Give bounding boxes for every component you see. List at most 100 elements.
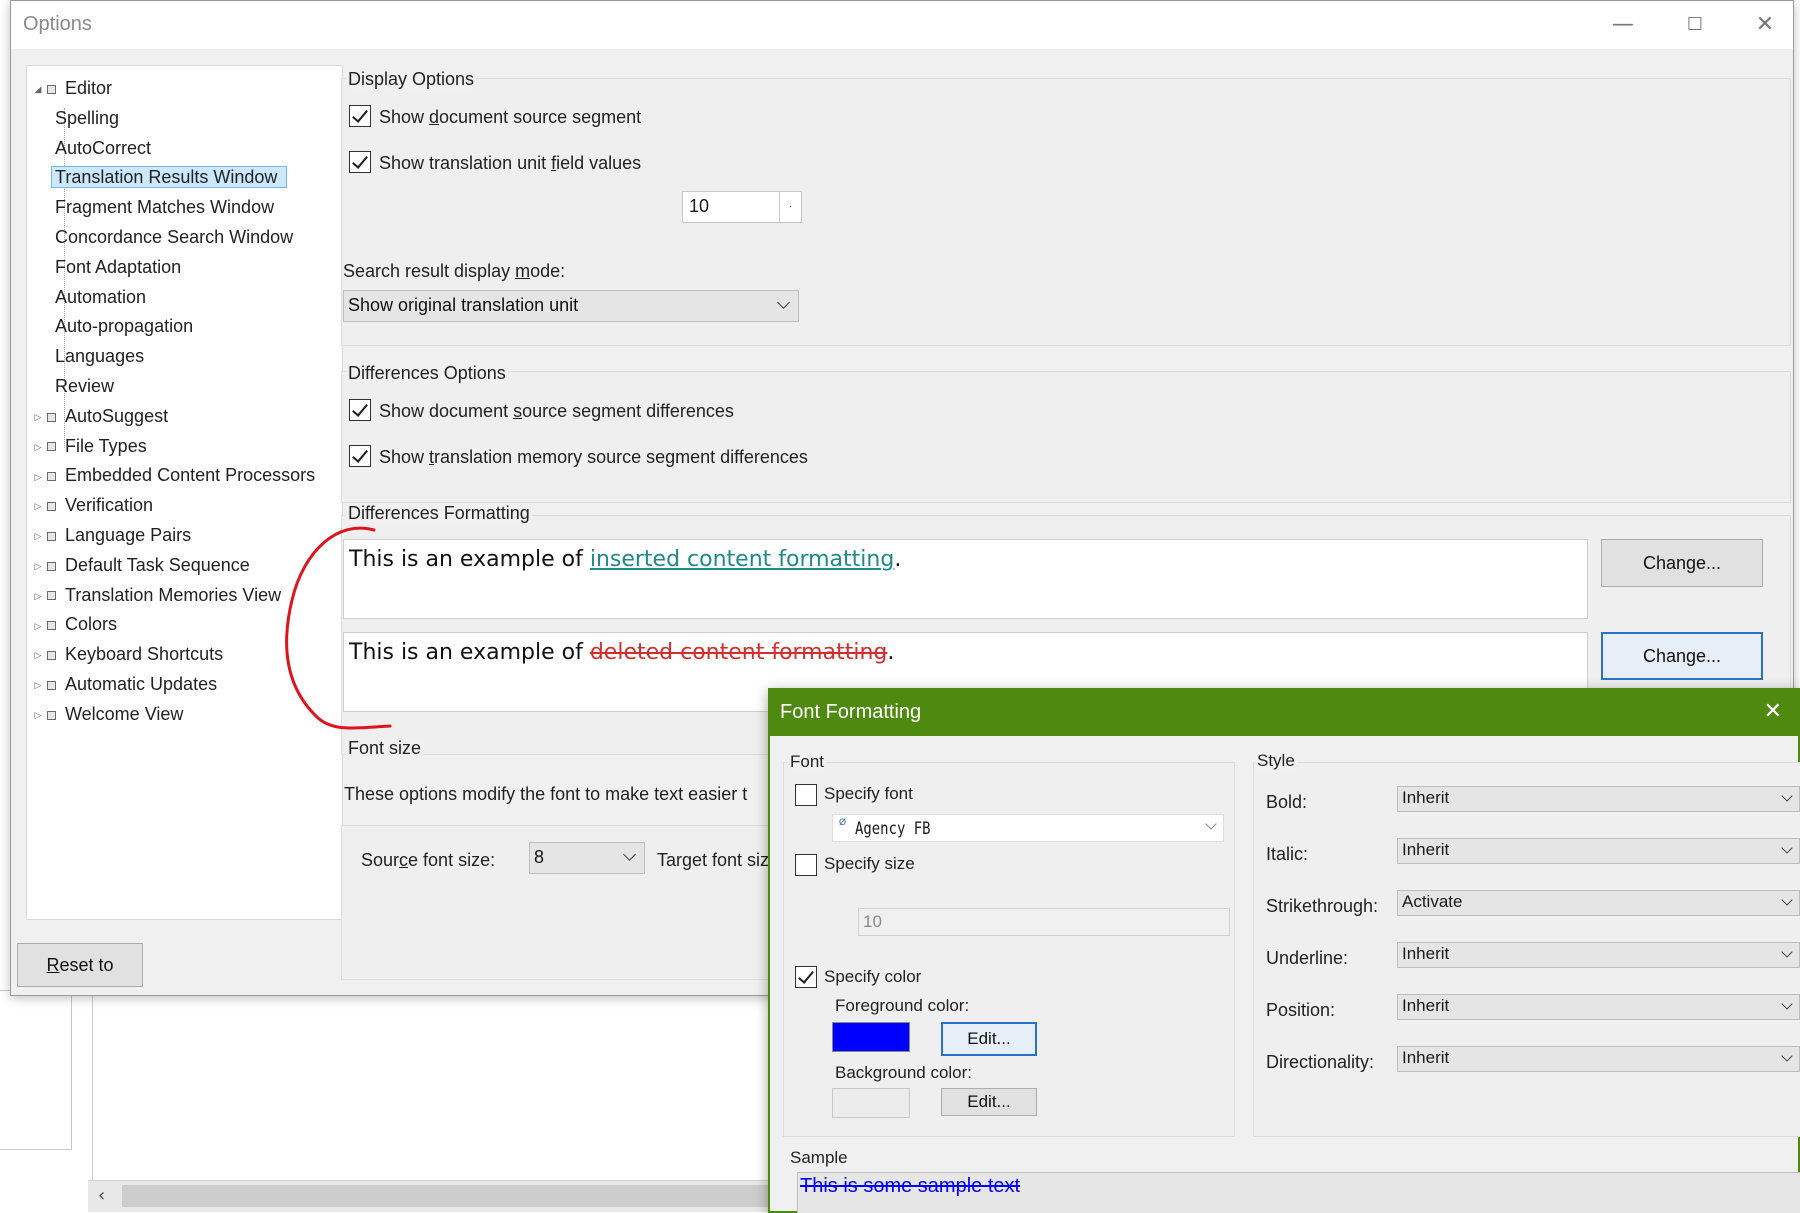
tree-item-label: File Types [65, 435, 147, 456]
tree-item-autosuggest[interactable]: ▷ AutoSuggest [29, 402, 172, 430]
show-tu-fields-label: Show translation unit field values [379, 153, 642, 173]
show-tu-fields-checkbox[interactable] [349, 151, 371, 173]
close-icon[interactable]: ✕ [1764, 699, 1782, 724]
font-size-value: 10 [863, 912, 882, 931]
search-mode-dropdown[interactable]: Show original translation unit [343, 290, 799, 322]
expand-arrow-icon[interactable]: ▷ [29, 612, 47, 640]
tree-item-label: Fragment Matches Window [55, 197, 275, 218]
tree-item-editor[interactable]: ◢ Editor [29, 74, 116, 102]
expand-arrow-icon[interactable]: ▷ [29, 463, 47, 491]
style-dropdown-strikethrough[interactable]: Activate [1397, 890, 1800, 916]
tree-item-label: Concordance Search Window [55, 227, 294, 247]
sample-preview-text: This is some sample text [800, 1175, 1021, 1197]
options-window-title: Options [23, 13, 92, 35]
style-label-underline: Underline: [1266, 948, 1349, 968]
specify-size-checkbox[interactable] [795, 854, 817, 876]
spinner-arrows-icon[interactable]: · [779, 192, 801, 222]
tree-item-language-pairs[interactable]: ▷ Language Pairs [29, 521, 195, 549]
expand-arrow-icon[interactable]: ▷ [29, 492, 47, 520]
tree-item-verification[interactable]: ▷ Verification [29, 491, 157, 519]
reset-button[interactable]: Reset to [17, 943, 143, 987]
style-label-strikethrough: Strikethrough: [1266, 896, 1379, 916]
tree-item-label: Translation Memories View [65, 584, 282, 605]
tree-item-automatic-updates[interactable]: ▷ Automatic Updates [29, 670, 221, 698]
font-size-input[interactable]: 10 [858, 908, 1230, 936]
tree-item-translation-results-window[interactable]: Translation Results Window [51, 163, 288, 191]
expand-arrow-icon[interactable]: ▷ [29, 582, 47, 610]
close-icon[interactable]: ✕ [1745, 9, 1785, 41]
tree-item-review[interactable]: Review [51, 372, 118, 400]
tree-item-autocorrect[interactable]: AutoCorrect [51, 134, 155, 162]
verification-icon [47, 501, 56, 511]
updates-icon [47, 680, 56, 690]
expand-arrow-icon[interactable]: ▷ [29, 403, 47, 431]
show-doc-source-checkbox[interactable] [349, 105, 371, 127]
specify-color-checkbox[interactable] [795, 966, 817, 988]
style-dropdown-underline[interactable]: Inherit [1397, 942, 1800, 968]
tree-item-embedded-content-processors[interactable]: ▷ Embedded Content Processors [29, 461, 319, 489]
style-dropdown-bold[interactable]: Inherit [1397, 786, 1800, 812]
style-dropdown-value: Inherit [1402, 1048, 1450, 1067]
background-content-pane [92, 990, 792, 1190]
tree-item-concordance-search-window[interactable]: Concordance Search Window [51, 223, 297, 251]
change-inserted-button[interactable]: Change... [1601, 539, 1763, 587]
tree-item-font-adaptation[interactable]: Font Adaptation [51, 253, 185, 281]
tm-source-diff-checkbox[interactable] [349, 445, 371, 467]
tree-item-auto-propagation[interactable]: Auto-propagation [51, 312, 197, 340]
tree-item-translation-memories-view[interactable]: ▷ Translation Memories View [29, 581, 285, 609]
style-dropdown-value: Inherit [1402, 996, 1450, 1015]
doc-source-diff-checkbox[interactable] [349, 399, 371, 421]
change-deleted-button[interactable]: Change... [1601, 632, 1763, 680]
display-options-title: Display Options [346, 69, 477, 90]
style-dropdown-directionality[interactable]: Inherit [1397, 1046, 1800, 1072]
foreground-color-swatch[interactable] [832, 1022, 910, 1052]
colors-icon [47, 621, 56, 631]
scroll-left-arrow-icon[interactable]: ‹ [98, 1185, 105, 1206]
tree-item-label: Languages [55, 346, 145, 367]
maximize-icon[interactable]: ☐ [1675, 9, 1715, 41]
chevron-down-icon [1205, 818, 1217, 830]
autosuggest-icon [47, 412, 56, 422]
expand-arrow-icon[interactable]: ▷ [29, 433, 47, 461]
tu-field-count-spinner[interactable]: 10 · [682, 191, 802, 223]
differences-options-group [341, 371, 1791, 503]
spinner-value: 10 [689, 196, 710, 216]
tree-item-label: Verification [65, 495, 154, 516]
tree-item-label: Colors [65, 614, 118, 635]
expand-arrow-icon[interactable]: ▷ [29, 552, 47, 580]
style-dropdown-value: Inherit [1402, 788, 1450, 807]
source-font-size-label: Source font size: [361, 850, 496, 870]
tree-item-automation[interactable]: Automation [51, 283, 150, 311]
expand-arrow-icon[interactable]: ▷ [29, 671, 47, 699]
source-font-size-dropdown[interactable]: 8 [529, 842, 645, 874]
style-dropdown-position[interactable]: Inherit [1397, 994, 1800, 1020]
tree-item-spelling[interactable]: Spelling [51, 104, 123, 132]
deleted-sample-text: This is an example of deleted content fo… [349, 640, 895, 665]
tree-item-keyboard-shortcuts[interactable]: ▷ Keyboard Shortcuts [29, 640, 227, 668]
edit-foreground-button[interactable]: Edit... [941, 1022, 1037, 1056]
scrollbar-thumb[interactable] [122, 1185, 782, 1207]
style-dropdown-italic[interactable]: Inherit [1397, 838, 1800, 864]
tree-item-default-task-sequence[interactable]: ▷ Default Task Sequence [29, 551, 254, 579]
collapse-arrow-icon[interactable]: ◢ [29, 75, 47, 103]
expand-arrow-icon[interactable]: ▷ [29, 641, 47, 669]
expand-arrow-icon[interactable]: ▷ [29, 701, 47, 729]
tree-item-label: Editor [65, 78, 113, 98]
options-tree: ◢ Editor Spelling AutoCorrect Translation Re… [26, 65, 343, 920]
background-color-swatch[interactable] [832, 1088, 910, 1118]
welcome-icon [47, 710, 56, 720]
font-name-dropdown[interactable]: Ø Agency FB [832, 814, 1224, 842]
tree-item-file-types[interactable]: ▷ File Types [29, 432, 151, 460]
background-horizontal-scrollbar[interactable]: ‹ [88, 1180, 800, 1212]
tree-item-welcome-view[interactable]: ▷ Welcome View [29, 700, 187, 728]
tree-item-languages[interactable]: Languages [51, 342, 148, 370]
chevron-down-icon [1781, 894, 1793, 906]
tree-item-colors[interactable]: ▷ Colors [29, 610, 121, 638]
edit-background-button[interactable]: Edit... [941, 1088, 1037, 1116]
deleted-highlight: deleted content formatting [589, 640, 888, 665]
background-color-label: Background color: [835, 1063, 973, 1082]
minimize-icon[interactable]: — [1603, 9, 1643, 41]
specify-font-checkbox[interactable] [795, 784, 817, 806]
expand-arrow-icon[interactable]: ▷ [29, 522, 47, 550]
tree-item-fragment-matches-window[interactable]: Fragment Matches Window [51, 193, 278, 221]
